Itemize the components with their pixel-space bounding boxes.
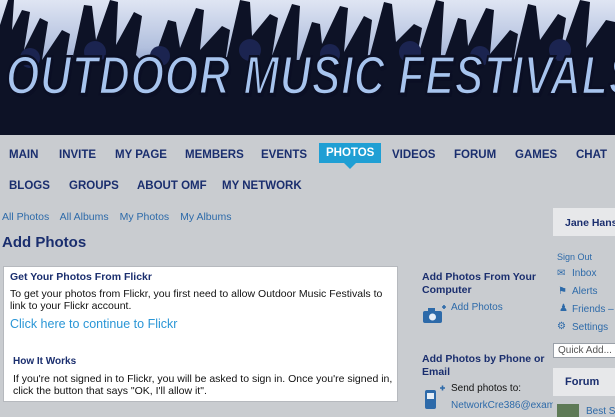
nav-item-photos[interactable]: PHOTOS — [319, 143, 382, 169]
subnav-all-photos[interactable]: All Photos — [2, 211, 49, 223]
subnav-my-albums[interactable]: My Albums — [180, 211, 231, 223]
nav-item-main[interactable]: MAIN — [9, 149, 38, 161]
user-name[interactable]: Jane Hans — [565, 217, 615, 229]
user-panel: Jane Hans Sign Out ✉ Inbox ⚑ Alerts ♟ Fr… — [553, 208, 615, 417]
nav-item-games[interactable]: GAMES — [515, 149, 557, 161]
nav-item-about-omf[interactable]: ABOUT OMF — [137, 180, 207, 192]
flickr-heading: Get Your Photos From Flickr — [10, 271, 152, 283]
forum-item-link[interactable]: Best S — [586, 406, 615, 417]
forum-header: Forum — [553, 368, 615, 396]
friends-icon: ♟ — [559, 303, 568, 314]
settings-link[interactable]: Settings — [572, 322, 608, 333]
how-it-works-heading: How It Works — [13, 356, 77, 367]
alerts-icon: ⚑ — [558, 286, 567, 297]
photo-subnav: All Photos All Albums My Photos My Album… — [2, 211, 239, 223]
camera-icon — [422, 305, 448, 330]
main-nav: MAIN INVITE MY PAGE MEMBERS EVENTS PHOTO… — [0, 135, 615, 202]
nav-item-my-page[interactable]: MY PAGE — [115, 149, 167, 161]
user-name-bar: Jane Hans — [553, 208, 615, 236]
subnav-my-photos[interactable]: My Photos — [120, 211, 170, 223]
settings-icon: ⚙ — [557, 321, 566, 332]
sign-out-link[interactable]: Sign Out — [557, 252, 592, 262]
flickr-panel: Get Your Photos From Flickr To get your … — [3, 266, 398, 402]
nav-item-forum[interactable]: FORUM — [454, 149, 496, 161]
send-photos-label: Send photos to: — [451, 383, 522, 394]
site-banner: OUTDOOR MUSIC FESTIVALS — [0, 0, 615, 135]
nav-item-my-network[interactable]: MY NETWORK — [222, 180, 302, 192]
inbox-icon: ✉ — [557, 268, 566, 279]
quick-add-dropdown[interactable]: Quick Add... — [553, 343, 615, 358]
nav-item-members[interactable]: MEMBERS — [185, 149, 244, 161]
subnav-all-albums[interactable]: All Albums — [60, 211, 109, 223]
phone-icon — [424, 385, 446, 416]
forum-thumbnail — [557, 404, 579, 417]
nav-item-chat[interactable]: CHAT — [576, 149, 607, 161]
add-from-computer-heading: Add Photos From Your Computer — [422, 271, 536, 296]
nav-item-events[interactable]: EVENTS — [261, 149, 307, 161]
page-title: Add Photos — [2, 234, 87, 251]
nav-item-invite[interactable]: INVITE — [59, 149, 96, 161]
add-photos-link[interactable]: Add Photos — [451, 302, 503, 313]
friends-link[interactable]: Friends – — [572, 304, 614, 315]
continue-to-flickr-link[interactable]: Click here to continue to Flickr — [10, 317, 177, 331]
how-it-works-text: If you're not signed in to Flickr, you w… — [13, 373, 393, 397]
upload-email-address: NetworkCre386@exam... — [451, 400, 564, 411]
add-by-phone-heading: Add Photos by Phone or Email — [422, 353, 545, 378]
nav-item-blogs[interactable]: BLOGS — [9, 180, 50, 192]
nav-item-groups[interactable]: GROUPS — [69, 180, 119, 192]
nav-item-videos[interactable]: VIDEOS — [392, 149, 435, 161]
forum-heading: Forum — [565, 376, 600, 388]
inbox-link[interactable]: Inbox — [572, 268, 596, 279]
flickr-description: To get your photos from Flickr, you firs… — [10, 288, 383, 312]
site-title: OUTDOOR MUSIC FESTIVALS — [5, 43, 615, 108]
alerts-link[interactable]: Alerts — [572, 286, 598, 297]
